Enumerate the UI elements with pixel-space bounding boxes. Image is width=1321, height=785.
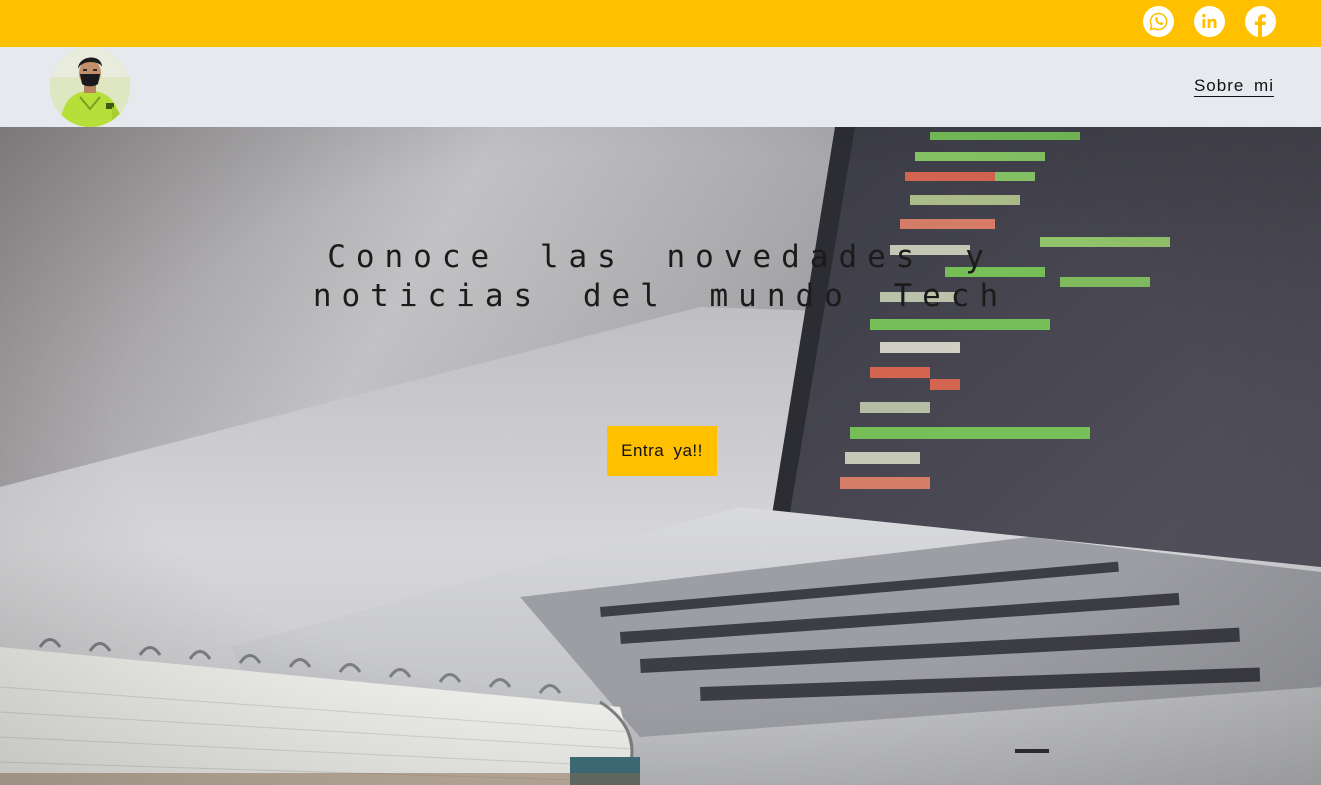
facebook-icon[interactable] xyxy=(1245,6,1276,37)
hero-title-line-2: noticias del mundo Tech xyxy=(312,278,1009,314)
hero-section: Conoce las novedades y noticias del mund… xyxy=(0,127,1321,785)
avatar[interactable] xyxy=(50,47,130,127)
top-bar xyxy=(0,0,1321,47)
linkedin-icon[interactable] xyxy=(1194,6,1225,37)
hero-title-line-1: Conoce las novedades y xyxy=(327,239,994,275)
entra-ya-button[interactable]: Entra ya!! xyxy=(607,426,717,476)
whatsapp-icon[interactable] xyxy=(1143,6,1174,37)
hero-title: Conoce las novedades y noticias del mund… xyxy=(300,238,1021,316)
navbar: Sobre mi xyxy=(0,47,1321,127)
nav-link-sobre-mi[interactable]: Sobre mi xyxy=(1194,76,1274,96)
